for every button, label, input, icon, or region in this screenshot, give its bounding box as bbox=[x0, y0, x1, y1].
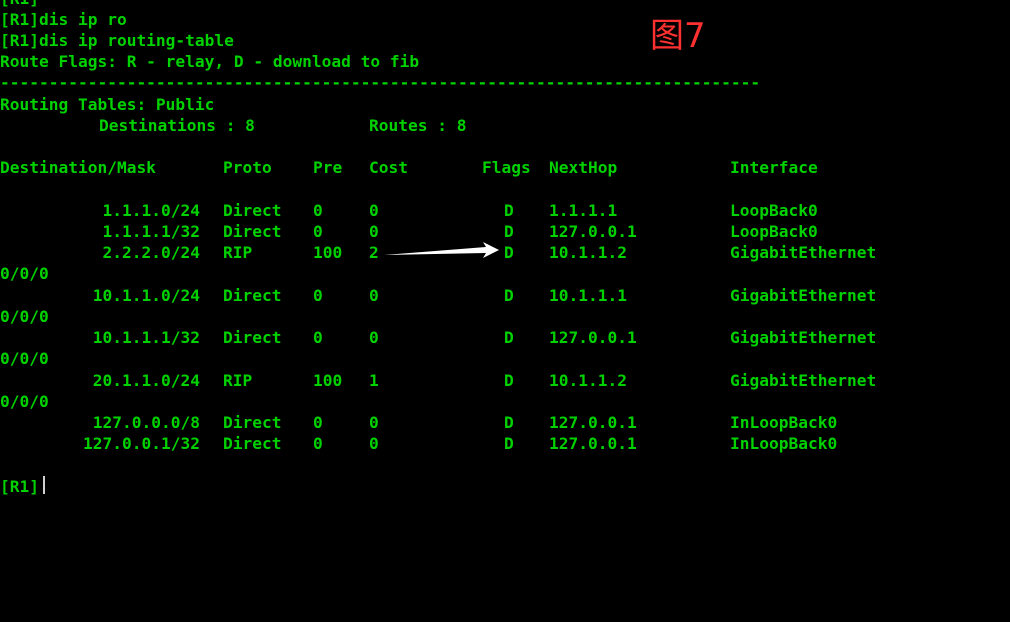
arrow-right-icon bbox=[384, 242, 499, 258]
terminal-window[interactable]: { "terminal": { "top_partial_prompt": "[… bbox=[0, 0, 1010, 496]
